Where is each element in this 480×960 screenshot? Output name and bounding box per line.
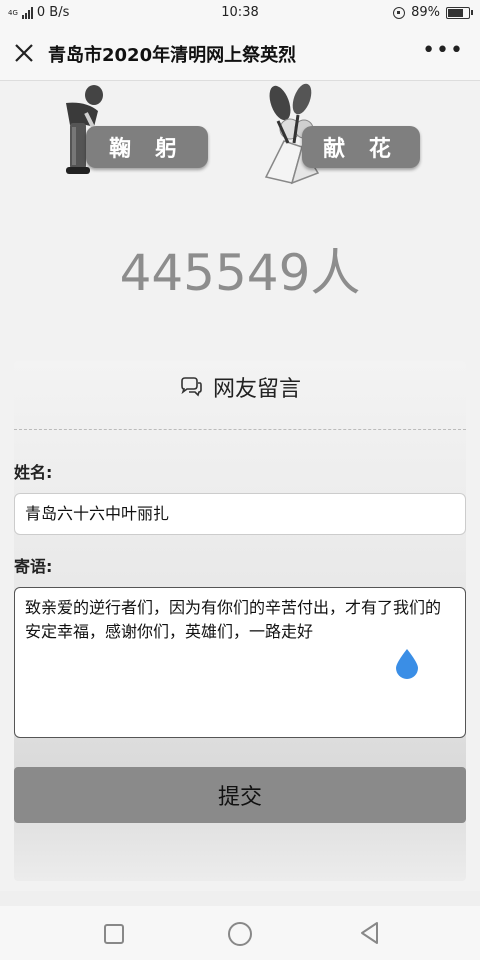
main-content: 鞠 躬 献 花 445549人 网友留言 姓名: 青岛六十六中叶丽扎 寄语: 致… xyxy=(0,81,480,891)
chat-icon xyxy=(181,377,202,397)
battery-level xyxy=(448,8,464,17)
participant-counter: 445549人 xyxy=(119,244,361,302)
back-triangle-icon[interactable] xyxy=(358,920,380,946)
submit-button[interactable]: 提交 xyxy=(14,767,466,823)
comments-header: 网友留言 xyxy=(14,347,466,430)
comments-title: 网友留言 xyxy=(212,377,301,402)
text-cursor-drop-icon[interactable] xyxy=(392,647,422,679)
circle-icon[interactable] xyxy=(228,922,252,946)
page-title: 青岛市2020年清明网上祭英烈 xyxy=(48,45,297,66)
status-bar: 4G 0 B/s 10:38 89% xyxy=(0,0,480,26)
bow-button[interactable]: 鞠 躬 xyxy=(86,126,208,168)
rotation-lock-icon xyxy=(393,6,406,19)
close-icon[interactable] xyxy=(12,41,36,65)
message-label: 寄语: xyxy=(14,557,53,576)
title-bar: 青岛市2020年清明网上祭英烈 ••• xyxy=(0,26,480,81)
battery-icon xyxy=(446,6,473,19)
system-nav-bar xyxy=(0,906,480,960)
status-right: 89% xyxy=(393,5,473,20)
battery-percent: 89% xyxy=(411,5,440,20)
flower-button[interactable]: 献 花 xyxy=(302,126,420,168)
name-label: 姓名: xyxy=(14,463,53,482)
comments-title-row: 网友留言 xyxy=(14,371,466,403)
square-icon[interactable] xyxy=(104,924,124,944)
more-icon[interactable]: ••• xyxy=(422,40,464,62)
name-input[interactable]: 青岛六十六中叶丽扎 xyxy=(14,493,466,535)
